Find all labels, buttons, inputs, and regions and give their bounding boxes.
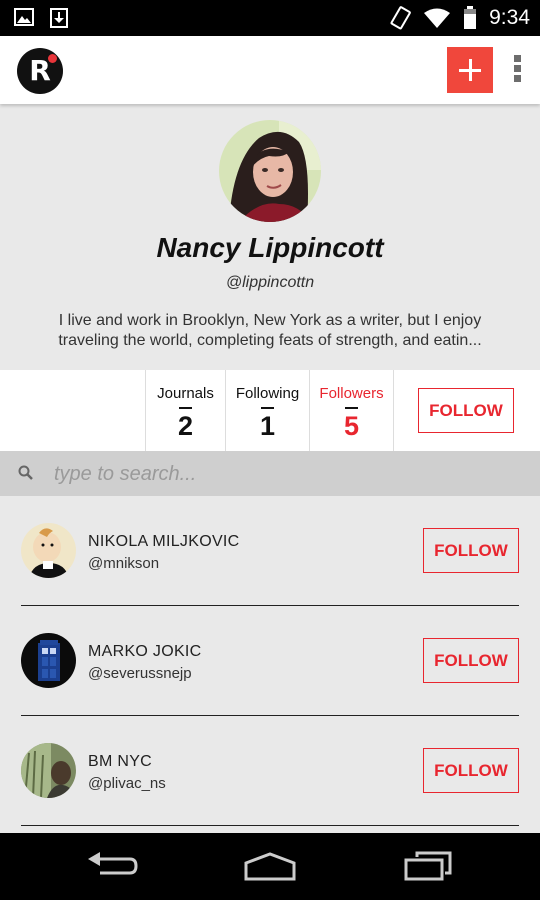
user-handle: @mnikson xyxy=(88,555,160,572)
profile-avatar xyxy=(219,120,321,222)
list-item[interactable]: MARKO JOKIC @severussnejp FOLLOW xyxy=(0,606,540,716)
home-icon[interactable] xyxy=(243,851,297,881)
user-name: NIKOLA MILJKOVIC xyxy=(88,533,240,550)
stat-value: 2 xyxy=(177,411,194,441)
stat-label: Followers xyxy=(319,385,384,402)
avatar xyxy=(21,743,76,798)
navigation-bar xyxy=(0,833,540,900)
avatar xyxy=(21,523,76,578)
follow-button[interactable]: FOLLOW xyxy=(423,638,519,683)
stats-bar: Journals 2 Following 1 Followers 5 FOLLO… xyxy=(0,370,540,451)
back-icon[interactable] xyxy=(86,851,138,881)
status-time: 9:34 xyxy=(489,6,530,29)
user-name: MARKO JOKIC xyxy=(88,643,202,660)
avatar xyxy=(21,633,76,688)
follow-button[interactable]: FOLLOW xyxy=(423,748,519,793)
stat-followers[interactable]: Followers 5 xyxy=(309,370,394,451)
add-button[interactable] xyxy=(447,47,493,93)
vibrate-icon xyxy=(390,6,411,30)
user-handle: @plivac_ns xyxy=(88,775,166,792)
download-icon xyxy=(50,8,68,28)
profile-header: Nancy Lippincott @lippincottn I live and… xyxy=(0,104,540,370)
logo-icon[interactable]: R xyxy=(17,48,63,94)
search-input[interactable] xyxy=(54,457,514,491)
stat-journals[interactable]: Journals 2 xyxy=(145,370,225,451)
follow-button[interactable]: FOLLOW xyxy=(423,528,519,573)
recents-icon[interactable] xyxy=(403,851,453,881)
profile-bio: I live and work in Brooklyn, New York as… xyxy=(58,312,482,349)
list-item[interactable]: BM NYC @plivac_ns FOLLOW xyxy=(0,716,540,826)
overflow-menu-icon[interactable] xyxy=(507,52,527,88)
user-name: BM NYC xyxy=(88,753,153,770)
app-bar: R xyxy=(0,36,540,104)
battery-icon xyxy=(464,6,477,29)
profile-name: Nancy Lippincott xyxy=(156,232,384,263)
stat-following[interactable]: Following 1 xyxy=(225,370,309,451)
stat-value: 1 xyxy=(259,411,276,441)
stat-label: Journals xyxy=(157,385,214,402)
search-icon xyxy=(18,465,33,480)
stat-label: Following xyxy=(235,385,300,402)
divider xyxy=(21,825,519,826)
status-bar: 9:34 xyxy=(0,0,540,36)
user-list: NIKOLA MILJKOVIC @mnikson FOLLOW MARKO J… xyxy=(0,496,540,833)
follow-button[interactable]: FOLLOW xyxy=(418,388,514,433)
list-item[interactable]: NIKOLA MILJKOVIC @mnikson FOLLOW xyxy=(0,496,540,606)
user-handle: @severussnejp xyxy=(88,665,192,682)
search-bar xyxy=(0,451,540,496)
wifi-icon xyxy=(424,8,451,28)
image-icon xyxy=(14,8,34,26)
stat-value: 5 xyxy=(343,411,360,441)
profile-handle: @lippincottn xyxy=(225,274,315,291)
